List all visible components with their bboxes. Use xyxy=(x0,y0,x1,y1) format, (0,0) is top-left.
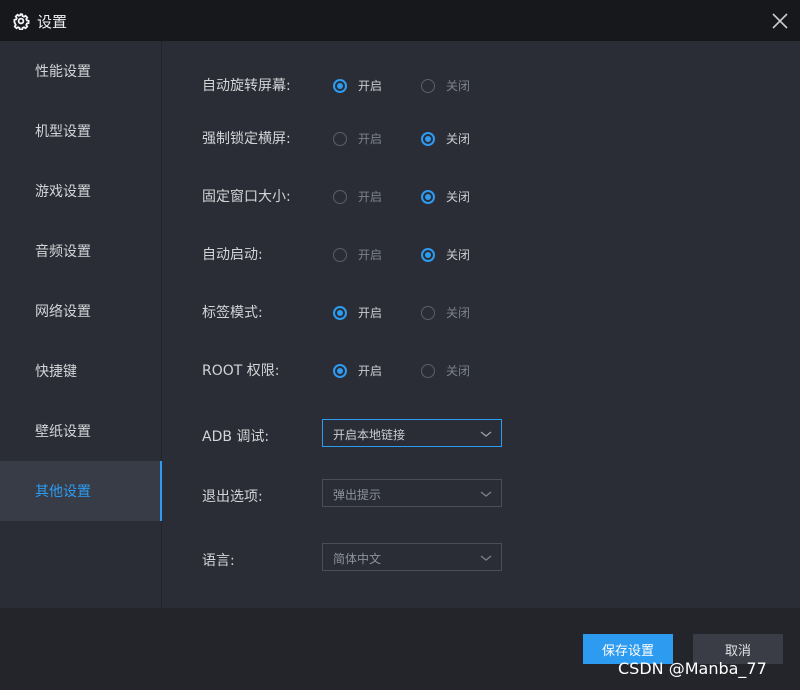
radio-dot xyxy=(421,247,435,262)
sidebar-item-label: 游戏设置 xyxy=(35,184,91,200)
force-landscape-off-radio[interactable]: 关闭 xyxy=(421,130,470,147)
sidebar-item-device-model[interactable]: 机型设置 xyxy=(0,101,161,161)
radio-dot xyxy=(421,363,435,378)
exit-option-label: 退出选项: xyxy=(202,489,263,505)
sidebar-item-label: 快捷键 xyxy=(35,364,77,380)
sidebar-item-audio[interactable]: 音频设置 xyxy=(0,221,161,281)
sidebar-item-label: 音频设置 xyxy=(35,244,91,260)
adb-debug-select[interactable]: 开启本地链接 xyxy=(322,419,502,447)
radio-dot xyxy=(333,189,347,204)
sidebar-item-label: 性能设置 xyxy=(35,64,91,80)
radio-label: 开启 xyxy=(358,364,383,378)
radio-dot xyxy=(333,78,347,93)
select-value: 开启本地链接 xyxy=(333,428,406,442)
sidebar-item-performance[interactable]: 性能设置 xyxy=(0,41,161,101)
chevron-down-icon xyxy=(480,555,492,561)
tab-mode-on-radio[interactable]: 开启 xyxy=(333,304,382,321)
chevron-down-icon xyxy=(480,431,492,437)
sidebar-item-game[interactable]: 游戏设置 xyxy=(0,161,161,221)
language-label: 语言: xyxy=(202,553,235,569)
radio-dot xyxy=(333,131,347,146)
sidebar-item-network[interactable]: 网络设置 xyxy=(0,281,161,341)
radio-label: 开启 xyxy=(358,248,383,262)
sidebar-item-label: 机型设置 xyxy=(35,124,91,140)
select-value: 简体中文 xyxy=(333,552,382,566)
dialog-footer: 保存设置 取消 CSDN @Manba_77 xyxy=(0,608,800,690)
root-permission-off-radio[interactable]: 关闭 xyxy=(421,362,470,379)
root-permission-on-radio[interactable]: 开启 xyxy=(333,362,382,379)
adb-debug-label: ADB 调试: xyxy=(202,429,270,445)
radio-label: 关闭 xyxy=(446,132,471,146)
radio-dot xyxy=(421,78,435,93)
radio-label: 开启 xyxy=(358,190,383,204)
radio-label: 关闭 xyxy=(446,248,471,262)
radio-dot xyxy=(421,305,435,320)
settings-window: 设置 性能设置 机型设置 游戏设置 音频设置 网络设置 快捷键 壁纸设置 其他设… xyxy=(0,0,800,690)
auto-start-on-radio[interactable]: 开启 xyxy=(333,246,382,263)
sidebar: 性能设置 机型设置 游戏设置 音频设置 网络设置 快捷键 壁纸设置 其他设置 xyxy=(0,41,163,608)
watermark-text: CSDN @Manba_77 xyxy=(618,659,767,678)
fixed-window-size-off-radio[interactable]: 关闭 xyxy=(421,188,470,205)
radio-label: 开启 xyxy=(358,132,383,146)
chevron-down-icon xyxy=(480,491,492,497)
title-bar: 设置 xyxy=(0,0,800,41)
tab-mode-label: 标签模式: xyxy=(202,305,263,321)
exit-option-select[interactable]: 弹出提示 xyxy=(322,479,502,507)
fixed-window-size-on-radio[interactable]: 开启 xyxy=(333,188,382,205)
radio-dot xyxy=(333,363,347,378)
auto-rotate-on-radio[interactable]: 开启 xyxy=(333,77,382,94)
language-select[interactable]: 简体中文 xyxy=(322,543,502,571)
gear-icon xyxy=(13,13,30,30)
settings-panel: 自动旋转屏幕: 开启 关闭 强制锁定横屏: 开启 关闭 固定窗口大小: 开启 关… xyxy=(162,41,800,608)
radio-label: 开启 xyxy=(358,306,383,320)
root-permission-label: ROOT 权限: xyxy=(202,363,280,379)
auto-rotate-label: 自动旋转屏幕: xyxy=(202,78,291,94)
sidebar-item-wallpaper[interactable]: 壁纸设置 xyxy=(0,401,161,461)
radio-dot xyxy=(333,305,347,320)
radio-label: 关闭 xyxy=(446,190,471,204)
force-landscape-on-radio[interactable]: 开启 xyxy=(333,130,382,147)
fixed-window-size-label: 固定窗口大小: xyxy=(202,189,291,205)
sidebar-item-shortcuts[interactable]: 快捷键 xyxy=(0,341,161,401)
select-value: 弹出提示 xyxy=(333,488,382,502)
auto-rotate-off-radio[interactable]: 关闭 xyxy=(421,77,470,94)
auto-start-off-radio[interactable]: 关闭 xyxy=(421,246,470,263)
sidebar-item-label: 网络设置 xyxy=(35,304,91,320)
radio-label: 关闭 xyxy=(446,79,471,93)
radio-label: 开启 xyxy=(358,79,383,93)
sidebar-item-label: 其他设置 xyxy=(35,484,91,500)
auto-start-label: 自动启动: xyxy=(202,247,263,263)
window-title: 设置 xyxy=(37,13,68,31)
radio-dot xyxy=(333,247,347,262)
tab-mode-off-radio[interactable]: 关闭 xyxy=(421,304,470,321)
close-icon[interactable] xyxy=(768,9,792,33)
radio-dot xyxy=(421,189,435,204)
sidebar-item-other[interactable]: 其他设置 xyxy=(0,461,163,521)
sidebar-item-label: 壁纸设置 xyxy=(35,424,91,440)
force-landscape-label: 强制锁定横屏: xyxy=(202,131,291,147)
radio-dot xyxy=(421,131,435,146)
radio-label: 关闭 xyxy=(446,364,471,378)
radio-label: 关闭 xyxy=(446,306,471,320)
